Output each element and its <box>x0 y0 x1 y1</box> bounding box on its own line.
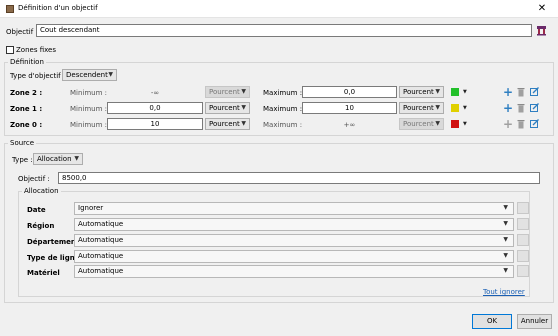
source-type-label: Type : <box>12 156 33 164</box>
title-bar: Définition d'un objectif ✕ <box>0 0 558 18</box>
zone-2-max-unit-select[interactable]: Pourcent ▼ <box>399 86 444 98</box>
source-type-select[interactable]: Allocation ▼ <box>33 153 83 165</box>
zone-0-max-value: +∞ <box>343 121 356 129</box>
zone-2-min-unit-select: Pourcent ▼ <box>205 86 250 98</box>
zone-2-max-label: Maximum : <box>263 89 303 97</box>
allocation-departement-select[interactable]: Automatique ▼ <box>74 234 514 247</box>
zone-1-add-icon[interactable]: + <box>503 102 513 114</box>
zone-1-edit-icon[interactable] <box>530 103 539 114</box>
zone-2-delete-icon[interactable] <box>517 87 525 99</box>
zone-1-color-swatch[interactable] <box>451 104 459 112</box>
zone-0-min-label: Minimum : <box>70 121 108 129</box>
allocation-legend: Allocation <box>22 187 61 195</box>
tout-ignorer-link[interactable]: Tout ignorer <box>483 288 525 296</box>
cancel-button[interactable]: Annuler <box>517 314 552 329</box>
zones-fixes-checkbox[interactable] <box>6 46 14 54</box>
zone-0-max-unit: Pourcent <box>403 120 434 128</box>
zone-2-label: Zone 2 : <box>10 89 43 97</box>
allocation-departement-edit-button <box>517 234 529 246</box>
allocation-type-ligne-edit-button <box>517 250 529 262</box>
objectif-name-input[interactable]: Cout descendant <box>36 24 532 37</box>
zone-2-min-unit: Pourcent <box>209 88 240 96</box>
allocation-materiel-edit-button <box>517 265 529 277</box>
zone-0-label: Zone 0 : <box>10 121 43 129</box>
zone-1-label: Zone 1 : <box>10 105 43 113</box>
zone-0-max-label: Maximum : <box>263 121 303 129</box>
zone-2-add-icon[interactable]: + <box>503 86 513 98</box>
allocation-region-value: Automatique <box>78 220 124 228</box>
chevron-down-icon: ▼ <box>503 236 508 243</box>
source-legend: Source <box>8 139 37 147</box>
chevron-down-icon: ▼ <box>74 155 79 162</box>
allocation-date-value: Ignorer <box>78 204 104 212</box>
chevron-down-icon: ▼ <box>241 88 246 95</box>
source-objectif-input[interactable]: 8500,0 <box>58 172 540 184</box>
zones-fixes-label: Zones fixes <box>16 46 56 54</box>
type-objectif-select[interactable]: Descendent ▼ <box>62 69 117 81</box>
zone-2-min-value: -∞ <box>150 89 160 97</box>
zone-0-color-swatch[interactable] <box>451 120 459 128</box>
chevron-down-icon: ▼ <box>241 120 246 127</box>
chevron-down-icon: ▼ <box>503 267 508 274</box>
allocation-materiel-value: Automatique <box>78 267 124 275</box>
zone-1-delete-icon[interactable] <box>517 103 525 115</box>
zone-2-min-label: Minimum : <box>70 89 108 97</box>
zone-2-max-input[interactable]: 0,0 <box>302 86 397 98</box>
allocation-departement-value: Automatique <box>78 236 124 244</box>
zone-1-min-input[interactable]: 0,0 <box>107 102 203 114</box>
zone-0-color-dropdown-icon[interactable]: ▼ <box>463 121 467 127</box>
zone-1-max-unit: Pourcent <box>403 104 434 112</box>
zone-0-max-unit-select: Pourcent ▼ <box>399 118 444 130</box>
allocation-date-select[interactable]: Ignorer ▼ <box>74 202 514 215</box>
zone-1-min-unit-select[interactable]: Pourcent ▼ <box>205 102 250 114</box>
chevron-down-icon: ▼ <box>108 71 113 78</box>
allocation-row-label: Région <box>27 222 55 230</box>
zone-1-color-dropdown-icon[interactable]: ▼ <box>463 105 467 111</box>
zone-1-max-unit-select[interactable]: Pourcent ▼ <box>399 102 444 114</box>
zone-1-max-label: Maximum : <box>263 105 303 113</box>
allocation-type-ligne-value: Automatique <box>78 252 124 260</box>
allocation-row-label: Type de ligne <box>27 254 80 262</box>
chevron-down-icon: ▼ <box>435 88 440 95</box>
chevron-down-icon: ▼ <box>503 252 508 259</box>
allocation-row-label: Date <box>27 206 46 214</box>
zone-2-edit-icon[interactable] <box>530 87 539 98</box>
zone-2-max-unit: Pourcent <box>403 88 434 96</box>
allocation-type-ligne-select[interactable]: Automatique ▼ <box>74 250 514 263</box>
zone-0-edit-icon[interactable] <box>530 119 539 130</box>
allocation-region-select[interactable]: Automatique ▼ <box>74 218 514 231</box>
objectif-name-label: Objectif : <box>6 28 38 36</box>
chevron-down-icon: ▼ <box>241 104 246 111</box>
app-icon <box>6 5 14 13</box>
zone-1-max-input[interactable]: 10 <box>302 102 397 114</box>
chevron-down-icon: ▼ <box>435 104 440 111</box>
chevron-down-icon: ▼ <box>503 220 508 227</box>
allocation-row-label: Département <box>27 238 80 246</box>
source-type-value: Allocation <box>37 155 72 163</box>
definition-legend: Définition <box>8 58 46 66</box>
zone-0-min-input[interactable]: 10 <box>107 118 203 130</box>
close-icon[interactable]: ✕ <box>530 2 554 16</box>
zone-1-min-label: Minimum : <box>70 105 108 113</box>
allocation-materiel-select[interactable]: Automatique ▼ <box>74 265 514 278</box>
ok-button[interactable]: OK <box>472 314 512 329</box>
type-objectif-label: Type d'objectif : <box>10 72 66 80</box>
zone-2-color-dropdown-icon[interactable]: ▼ <box>463 89 467 95</box>
zone-0-min-unit-select[interactable]: Pourcent ▼ <box>205 118 250 130</box>
window-title: Définition d'un objectif <box>18 4 98 12</box>
source-objectif-label: Objectif : <box>18 175 50 183</box>
objectif-library-button[interactable] <box>535 24 548 37</box>
zone-2-color-swatch[interactable] <box>451 88 459 96</box>
allocation-region-edit-button <box>517 218 529 230</box>
chevron-down-icon: ▼ <box>503 204 508 211</box>
chevron-down-icon: ▼ <box>435 120 440 127</box>
type-objectif-value: Descendent <box>66 71 108 79</box>
zone-0-min-unit: Pourcent <box>209 120 240 128</box>
zone-0-add-icon: + <box>503 117 514 131</box>
allocation-date-edit-button <box>517 202 529 214</box>
library-icon <box>537 26 546 36</box>
zone-0-delete-icon[interactable] <box>517 119 525 131</box>
zone-1-min-unit: Pourcent <box>209 104 240 112</box>
allocation-row-label: Matériel <box>27 269 60 277</box>
